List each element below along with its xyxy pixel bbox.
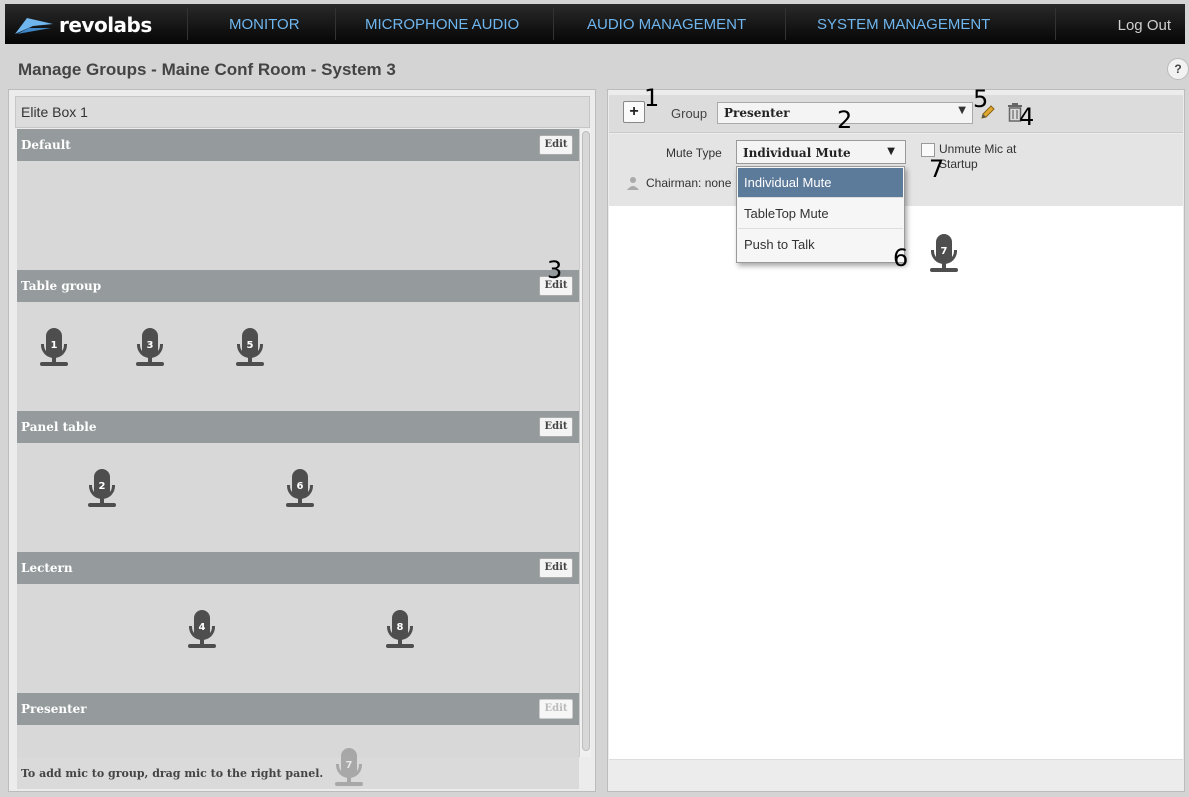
add-group-button[interactable]: + — [623, 101, 645, 123]
annotation-2: 2 — [837, 106, 853, 134]
edit-group-button[interactable]: Edit — [539, 417, 573, 437]
edit-group-button[interactable]: Edit — [539, 135, 573, 155]
chairman-label: Chairman: none — [646, 176, 732, 190]
mic-icon[interactable]: 8 — [385, 610, 415, 650]
edit-group-button[interactable]: Edit — [539, 558, 573, 578]
elite-box-title: Elite Box 1 — [15, 96, 590, 128]
nav-monitor[interactable]: MONITOR — [229, 16, 300, 33]
right-panel-footer — [609, 759, 1183, 789]
person-icon — [627, 177, 639, 190]
group-name: Panel table — [21, 420, 97, 434]
mute-option-individual[interactable]: Individual Mute — [738, 168, 903, 198]
annotation-5: 5 — [973, 85, 989, 113]
help-icon[interactable]: ? — [1167, 58, 1189, 80]
group-list-scrollbar[interactable] — [579, 129, 591, 757]
page-title: Manage Groups - Maine Conf Room - System… — [18, 60, 396, 79]
annotation-3: 3 — [547, 256, 563, 284]
mic-drop-area[interactable]: 7 — [609, 206, 1183, 759]
mute-option-tabletop[interactable]: TableTop Mute — [738, 199, 903, 229]
drag-hint: To add mic to group, drag mic to the rig… — [17, 757, 579, 789]
nav-microphone-audio[interactable]: MICROPHONE AUDIO — [365, 16, 519, 33]
group-body[interactable]: 1 3 5 — [17, 302, 579, 411]
scrollbar-thumb[interactable] — [582, 131, 590, 751]
group-name: Default — [21, 138, 71, 152]
group-header: Table group Edit — [17, 270, 579, 302]
group-name: Lectern — [21, 561, 73, 575]
mute-type-value: Individual Mute — [743, 146, 851, 160]
nav-bar: revolabs MONITOR MICROPHONE AUDIO AUDIO … — [5, 4, 1185, 44]
mute-type-label: Mute Type — [666, 146, 722, 160]
annotation-1: 1 — [644, 84, 660, 112]
group-toolbar: + Group Presenter ▼ — [609, 95, 1183, 133]
annotation-7: 7 — [929, 155, 945, 183]
group-label: Group — [671, 106, 708, 121]
group-body[interactable]: 26 — [17, 443, 579, 552]
revolabs-logo[interactable]: revolabs — [13, 12, 152, 38]
group-body[interactable] — [17, 161, 579, 270]
group-body[interactable]: 48 — [17, 584, 579, 693]
mute-type-select[interactable]: Individual Mute ▼ — [736, 140, 906, 164]
mute-type-dropdown: Individual Mute TableTop Mute Push to Ta… — [736, 166, 905, 263]
nav-audio-management[interactable]: AUDIO MANAGEMENT — [587, 16, 746, 33]
nav-separator — [1055, 8, 1056, 40]
nav-separator — [187, 8, 188, 40]
group-header: Presenter Edit — [17, 693, 579, 725]
dragging-mic-icon: 7 — [334, 748, 364, 788]
left-panel: Elite Box 1 Default Edit Table group Edit 1 3… — [8, 89, 596, 792]
group-name: Table group — [21, 279, 102, 293]
group-list: Default Edit Table group Edit 1 3 5 Panel table… — [17, 129, 579, 789]
mic-icon[interactable]: 2 — [87, 469, 117, 509]
group-name: Presenter — [21, 702, 87, 716]
group-header: Default Edit — [17, 129, 579, 161]
annotation-4: 4 — [1019, 103, 1035, 131]
edit-group-button[interactable]: Edit — [539, 699, 573, 719]
revolabs-swoosh-icon — [15, 18, 53, 34]
logout-link[interactable]: Log Out — [1118, 17, 1171, 34]
mic-icon[interactable]: 4 — [187, 610, 217, 650]
unmute-at-startup-label: Unmute Mic at Startup — [939, 142, 1017, 171]
mic-icon[interactable]: 5 — [235, 328, 265, 368]
mic-icon[interactable]: 7 — [929, 234, 959, 274]
group-select-value: Presenter — [724, 106, 790, 120]
nav-separator — [553, 8, 554, 40]
chairman-info: Chairman: none — [626, 176, 731, 190]
top-nav: revolabs MONITOR MICROPHONE AUDIO AUDIO … — [0, 0, 1189, 50]
group-header: Panel table Edit — [17, 411, 579, 443]
mic-icon[interactable]: 6 — [285, 469, 315, 509]
group-header: Lectern Edit — [17, 552, 579, 584]
brand-name: revolabs — [59, 13, 152, 37]
mute-option-push-to-talk[interactable]: Push to Talk — [738, 230, 903, 260]
nav-system-management[interactable]: SYSTEM MANAGEMENT — [817, 16, 990, 33]
annotation-6: 6 — [893, 244, 909, 272]
mic-icon[interactable]: 3 — [135, 328, 165, 368]
nav-separator — [785, 8, 786, 40]
mic-icon[interactable]: 1 — [39, 328, 69, 368]
chevron-down-icon: ▼ — [958, 105, 966, 116]
nav-separator — [335, 8, 336, 40]
chevron-down-icon: ▼ — [887, 146, 895, 157]
